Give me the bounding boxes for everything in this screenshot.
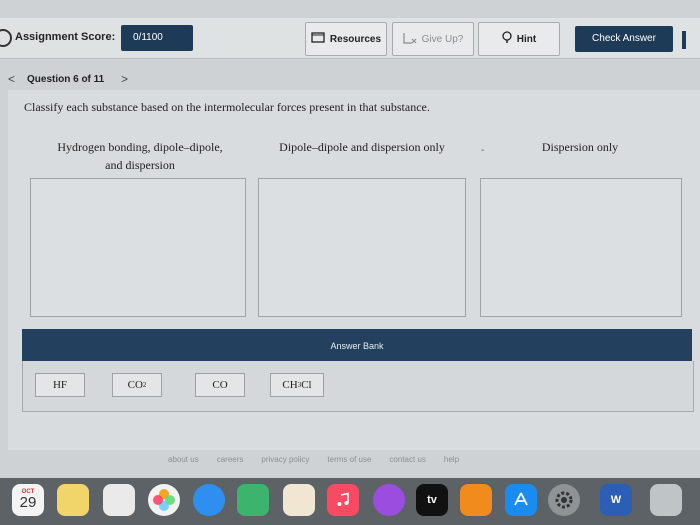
footer-link[interactable]: about us — [168, 455, 199, 464]
column-header-line: Dispersion only — [541, 140, 619, 154]
system-preferences-icon[interactable] — [548, 484, 580, 516]
column-header-dispersion: Dispersion only — [500, 138, 660, 156]
word-label: W — [610, 494, 622, 506]
word-app-icon[interactable]: W — [600, 484, 632, 516]
calendar-day: 29 — [19, 493, 37, 511]
footer-link[interactable]: careers — [217, 455, 244, 464]
answer-chip-co2[interactable]: CO 2 — [112, 373, 162, 397]
score-ring-icon — [0, 29, 12, 47]
drop-zone-dispersion[interactable] — [480, 178, 682, 317]
question-prompt: Classify each substance based on the int… — [24, 100, 430, 114]
chip-text: CH — [282, 379, 298, 391]
check-answer-button[interactable]: Check Answer — [575, 26, 673, 52]
stray-mark: - — [481, 145, 485, 156]
app-store-icon[interactable] — [505, 484, 537, 516]
resources-label: Resources — [329, 33, 382, 45]
utility-app-icon[interactable] — [650, 484, 682, 516]
column-header-line: and dispersion — [105, 158, 175, 172]
footer-link[interactable]: contact us — [389, 455, 425, 464]
column-header-dipole-dipole: Dipole–dipole and dispersion only — [262, 138, 462, 156]
chip-text: HF — [52, 379, 68, 391]
drop-zone-hydrogen-bonding[interactable] — [30, 178, 246, 317]
give-up-label: Give Up? — [421, 33, 464, 45]
facetime-app-icon[interactable] — [237, 484, 269, 516]
chip-text: CO — [212, 379, 228, 391]
chip-text: Cl — [301, 379, 312, 391]
column-header-hydrogen-bonding: Hydrogen bonding, dipole–dipole, and dis… — [40, 138, 240, 174]
top-toolbar: Assignment Score: 0/1100 Resources Give … — [0, 18, 700, 59]
photos-app-icon[interactable] — [148, 484, 180, 516]
column-header-line: Dipole–dipole and dispersion only — [279, 140, 445, 154]
assignment-score-label: Assignment Score: — [15, 31, 116, 43]
hint-label: Hint — [516, 33, 537, 45]
resources-icon — [311, 32, 325, 46]
drop-zone-dipole-dipole[interactable] — [258, 178, 466, 317]
apple-tv-label: tv — [427, 494, 437, 506]
next-question-button[interactable]: > — [121, 72, 128, 86]
toolbar-edge-mark — [682, 31, 686, 49]
reminders-app-icon[interactable] — [103, 484, 135, 516]
footer-links: about us careers privacy policy terms of… — [168, 455, 459, 464]
messages-app-icon[interactable] — [193, 484, 225, 516]
hint-button[interactable]: Hint — [478, 22, 560, 56]
answer-bank-header: Answer Bank — [22, 329, 692, 361]
question-counter: Question 6 of 11 — [27, 74, 105, 85]
answer-chip-ch3cl[interactable]: CH 3 Cl — [270, 373, 324, 397]
preview-app-icon[interactable] — [283, 484, 315, 516]
chip-subscript: 2 — [142, 381, 147, 389]
resources-button[interactable]: Resources — [305, 22, 387, 56]
previous-question-button[interactable]: < — [8, 72, 15, 86]
music-app-icon[interactable] — [327, 484, 359, 516]
give-up-icon — [403, 32, 417, 47]
calendar-app-icon[interactable]: OCT 29 — [12, 484, 44, 516]
footer-link[interactable]: help — [444, 455, 459, 464]
notes-app-icon[interactable] — [57, 484, 89, 516]
footer-link[interactable]: privacy policy — [261, 455, 309, 464]
footer-link[interactable]: terms of use — [327, 455, 371, 464]
podcasts-app-icon[interactable] — [373, 484, 405, 516]
answer-chip-co[interactable]: CO — [195, 373, 245, 397]
column-header-line: Hydrogen bonding, dipole–dipole, — [57, 140, 223, 154]
give-up-button[interactable]: Give Up? — [392, 22, 474, 56]
apple-tv-app-icon[interactable]: tv — [416, 484, 448, 516]
answer-chip-hf[interactable]: HF — [35, 373, 85, 397]
chip-text: CO — [127, 379, 143, 391]
assignment-score-value: 0/1100 — [121, 25, 193, 51]
lightbulb-icon — [502, 31, 512, 47]
books-app-icon[interactable] — [460, 484, 492, 516]
